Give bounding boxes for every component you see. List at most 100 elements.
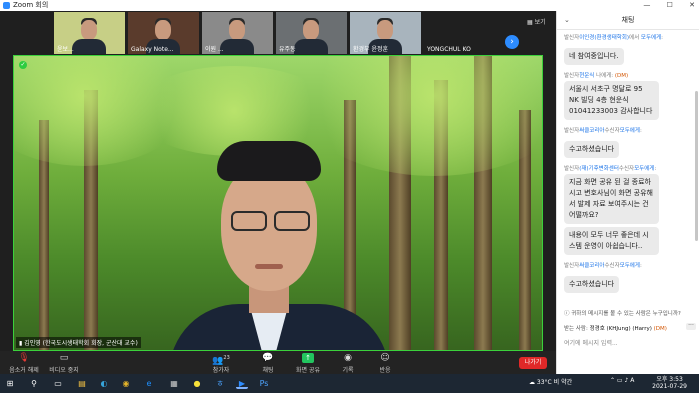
meta-suffix: : bbox=[639, 263, 642, 269]
participant-count: 23 bbox=[223, 355, 230, 361]
zoom-app-icon bbox=[3, 2, 10, 9]
reactions-button[interactable]: ☺ 반응 bbox=[363, 353, 407, 374]
meta-prefix: 발신자 bbox=[564, 73, 580, 79]
clock-time: 오후 3:53 bbox=[656, 376, 683, 383]
photoshop-icon[interactable]: Ps bbox=[258, 378, 270, 389]
speaker-name: 김인영 (한국도시생태학회 회장, 군산대 교수) bbox=[24, 340, 138, 347]
message-meta: 발신자써클코리아수신자모두에게: bbox=[564, 261, 696, 269]
participant-name: 윤보... bbox=[57, 46, 74, 53]
reactions-label: 반응 bbox=[379, 367, 391, 374]
chat-visibility-notice[interactable]: ⓘ 귀하의 메시지를 볼 수 있는 사람은 누구입니까? bbox=[564, 309, 681, 317]
speaker-hair bbox=[217, 141, 321, 181]
thumb-body bbox=[220, 39, 254, 54]
clock[interactable]: 오후 3:53 2021-07-29 bbox=[652, 376, 687, 390]
ime-indicator[interactable]: A bbox=[630, 377, 634, 384]
close-button[interactable]: ✕ bbox=[689, 1, 695, 9]
participant-name: 유주동 bbox=[279, 46, 296, 53]
meta-sender: 써클코리아 bbox=[579, 128, 605, 134]
recipient-select[interactable]: 정경호 (KHJung) (Harry) bbox=[590, 326, 652, 332]
chat-input[interactable]: 여기에 메시지 입력... bbox=[564, 338, 618, 347]
thumb-face bbox=[81, 20, 97, 40]
file-explorer-icon[interactable]: ▤ bbox=[76, 378, 88, 389]
participant-thumbnail[interactable]: 이원 ... bbox=[202, 12, 273, 54]
meta-suffix: : bbox=[639, 128, 642, 134]
main-video[interactable]: ✓ ▮ 김인영 (한국도시생태학회 회장, 군산대 교수) bbox=[13, 55, 543, 351]
thumb-face bbox=[377, 20, 393, 40]
ie-icon[interactable]: e bbox=[143, 378, 155, 389]
participant-thumbnail[interactable]: 환경부 윤정훈 bbox=[350, 12, 421, 54]
participants-button[interactable]: 👥23 참가자 bbox=[199, 353, 243, 374]
send-to-label: 받는 사람: bbox=[564, 326, 588, 332]
meta-sender: (재)기후변화센터 bbox=[579, 166, 619, 172]
meta-mid: 에서 bbox=[629, 35, 641, 41]
glasses-left bbox=[231, 211, 267, 231]
weather-widget[interactable]: ☁ 33°C 비 약간 bbox=[529, 377, 572, 386]
message-meta: 발신자(재)기후변화센터수신자모두에게: bbox=[564, 164, 696, 172]
chat-message: 수고하셨습니다 bbox=[564, 141, 620, 158]
chrome-icon[interactable]: ◉ bbox=[120, 378, 132, 389]
meta-prefix: 발신자 bbox=[564, 35, 580, 41]
search-icon[interactable]: ⚲ bbox=[28, 378, 40, 389]
participant-thumbnail[interactable]: 윤보... bbox=[54, 12, 125, 54]
thumb-face bbox=[303, 20, 319, 40]
meta-sender: 써클코리아 bbox=[579, 263, 605, 269]
dm-badge: (DM) bbox=[653, 326, 667, 332]
tray-icons[interactable]: ⌃ ▭ ♪ A bbox=[610, 377, 634, 384]
zoom-icon[interactable]: ▶ bbox=[236, 378, 248, 389]
share-screen-button[interactable]: ↑ 화면 공유 bbox=[286, 353, 330, 374]
chat-panel: ⌄ 채팅 발신자이인경(환경생태학회)에서 모두에게: 네 참여중입니다. 발신… bbox=[556, 11, 699, 374]
participant-name: 이원 ... bbox=[205, 46, 224, 53]
chat-message: 내용이 모두 너무 좋은데 시스템 운영이 아쉽습니다.. bbox=[564, 227, 659, 255]
meta-sender: 현운식 bbox=[579, 73, 595, 79]
meeting-stage: 윤보... Galaxy Note... 이원 ... 유주동 환경부 윤정훈 … bbox=[0, 11, 556, 351]
meta-prefix: 발신자 bbox=[564, 166, 580, 172]
chat-button[interactable]: 💬 채팅 bbox=[246, 353, 290, 374]
stop-video-button[interactable]: ▭ 비디오 중지 bbox=[42, 353, 86, 374]
send-to-row: 받는 사람: 정경호 (KHJung) (Harry) (DM) ··· bbox=[564, 323, 696, 332]
speaker-mouth bbox=[255, 264, 283, 269]
people-icon: 👥23 bbox=[212, 355, 230, 366]
meta-dm: (DM) bbox=[614, 73, 629, 79]
minimize-button[interactable]: — bbox=[643, 1, 650, 9]
meta-prefix: 발신자 bbox=[564, 263, 580, 269]
share-screen-icon: ↑ bbox=[302, 353, 314, 363]
meta-recipient: 모두에게 bbox=[619, 128, 640, 134]
meta-mid: 수신자 bbox=[604, 263, 620, 269]
unmute-button[interactable]: 🎙 음소거 해제 bbox=[2, 353, 46, 374]
maximize-button[interactable]: ☐ bbox=[667, 1, 673, 9]
window-titlebar: Zoom 회의 — ☐ ✕ bbox=[0, 0, 699, 11]
windows-icon[interactable]: ⊞ bbox=[4, 378, 16, 389]
participant-thumbnail[interactable]: 유주동 bbox=[276, 12, 347, 54]
message-meta: 발신자현운식 나에게: (DM) bbox=[564, 71, 696, 79]
meta-suffix: : bbox=[661, 35, 664, 41]
participant-name: 환경부 윤정훈 bbox=[353, 46, 389, 53]
windows-taskbar: ⊞ ⚲ ▭ ▤ ◐ ◉ e ▦ ● ㅎ ▶ Ps ☁ 33°C 비 약간 ⌃ ▭ ♪ A 오후 3:5… bbox=[0, 374, 699, 393]
more-options-button[interactable]: ··· bbox=[686, 323, 696, 330]
leave-button[interactable]: 나가기 bbox=[519, 357, 547, 369]
chat-message: 네 참여중입니다. bbox=[564, 48, 624, 65]
thumb-body bbox=[72, 39, 106, 54]
stop-video-label: 비디오 중지 bbox=[49, 367, 79, 374]
glasses-right bbox=[274, 211, 310, 231]
calculator-icon[interactable]: ▦ bbox=[168, 378, 180, 389]
share-screen-label: 화면 공유 bbox=[296, 367, 320, 374]
meta-mid: 수신자 bbox=[618, 166, 635, 172]
edge-icon[interactable]: ◐ bbox=[98, 378, 110, 389]
chat-icon: 💬 bbox=[262, 353, 274, 363]
view-button[interactable]: ▦ 보기 bbox=[527, 17, 546, 26]
participant-thumbnail[interactable]: YONGCHUL KO bbox=[424, 12, 495, 54]
chevron-right-icon[interactable]: › bbox=[505, 35, 519, 49]
chat-title: 채팅 bbox=[621, 16, 635, 24]
participant-thumbnail[interactable]: Galaxy Note... bbox=[128, 12, 199, 54]
chevron-down-icon[interactable]: ⌄ bbox=[564, 11, 570, 30]
message-meta: 발신자써클코리아수신자모두에게: bbox=[564, 126, 696, 134]
chat-messages: 발신자이인경(환경생태학회)에서 모두에게: 네 참여중입니다. 발신자현운식 … bbox=[557, 30, 699, 315]
chat-scrollbar[interactable] bbox=[695, 91, 698, 241]
speaker bbox=[169, 141, 389, 350]
kakaotalk-icon[interactable]: ● bbox=[191, 378, 203, 389]
clock-date: 2021-07-29 bbox=[652, 383, 687, 390]
window-title: Zoom 회의 bbox=[13, 1, 49, 9]
task-view-icon[interactable]: ▭ bbox=[52, 378, 64, 389]
shield-icon[interactable]: ✓ bbox=[19, 61, 27, 69]
hwp-icon[interactable]: ㅎ bbox=[214, 378, 226, 389]
